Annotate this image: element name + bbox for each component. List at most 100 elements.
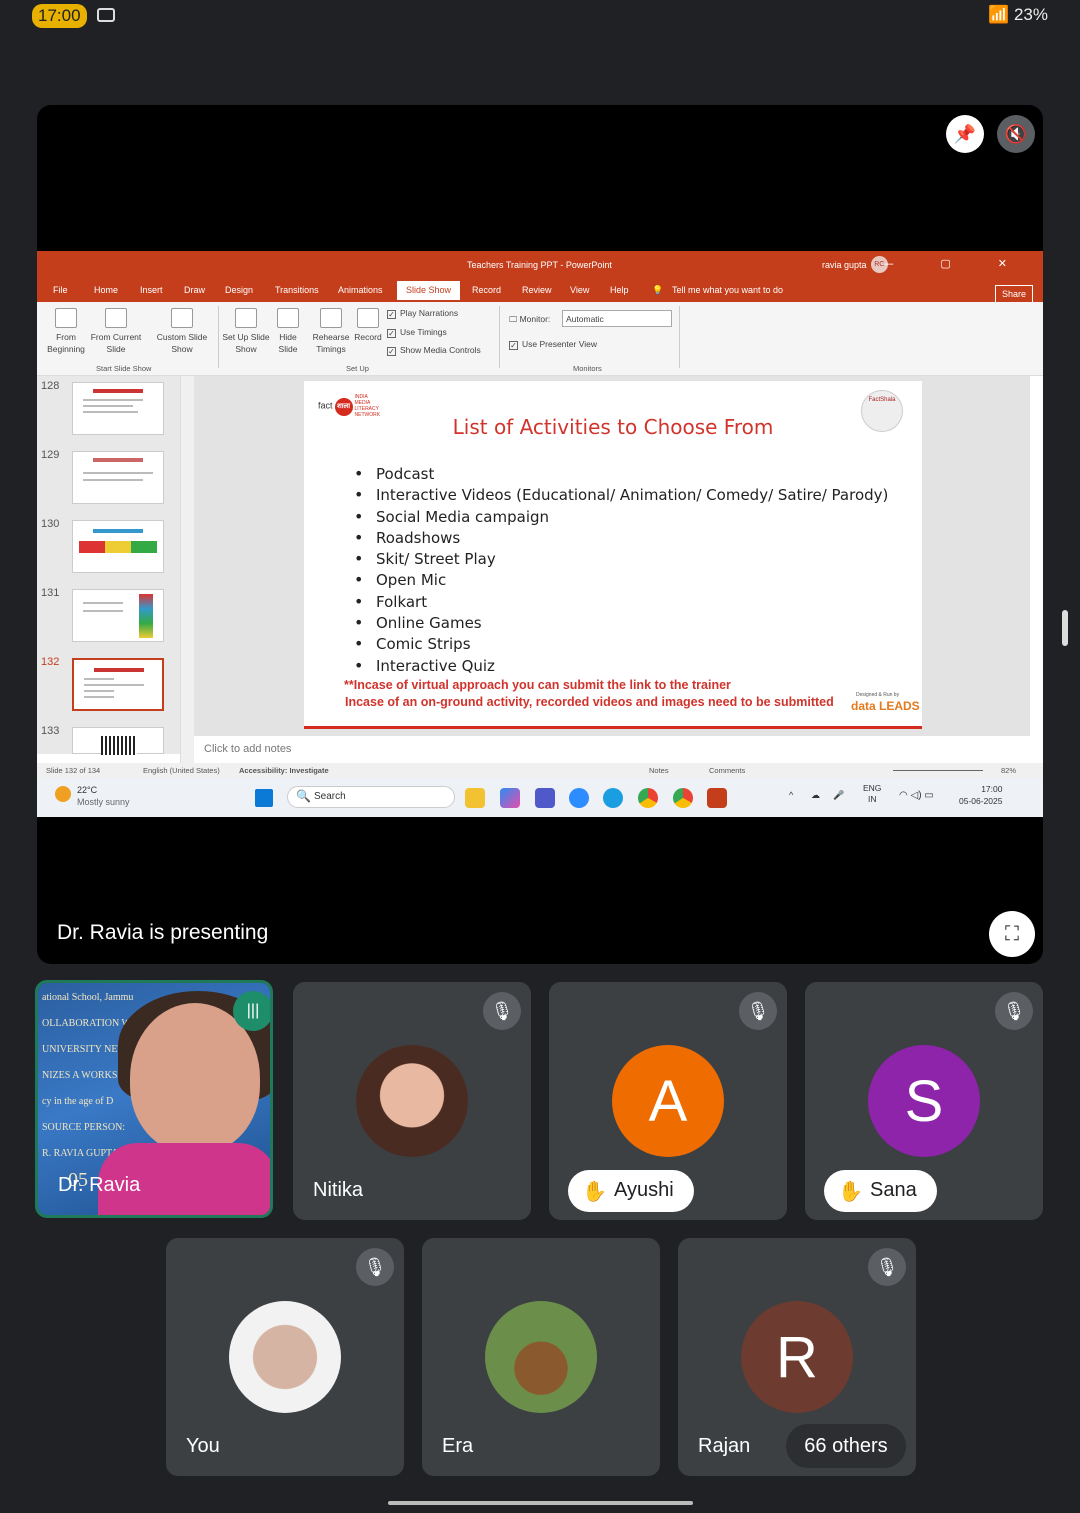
teams-icon[interactable] bbox=[535, 788, 555, 808]
others-button[interactable]: 66 others bbox=[786, 1424, 906, 1468]
taskbar-search[interactable]: 🔍 Search bbox=[287, 786, 455, 808]
search-icon: 🔍 bbox=[296, 789, 311, 803]
monitor-select[interactable]: Automatic bbox=[562, 310, 672, 327]
edge-icon[interactable] bbox=[603, 788, 623, 808]
taskbar-clock[interactable]: 17:00 05-06-2025 bbox=[959, 783, 1002, 807]
thumb-line bbox=[83, 479, 143, 481]
tab-review[interactable]: Review bbox=[522, 285, 552, 295]
participant-tile-dr-ravia[interactable]: ational School, Jammu OLLABORATION WITH … bbox=[35, 980, 273, 1218]
use-timings-checkbox[interactable]: ✓ Use Timings bbox=[387, 327, 447, 338]
thumb-line bbox=[83, 399, 143, 401]
current-slide: fact शालाINDIA MEDIA LITERACY NETWORK Fac… bbox=[304, 381, 922, 729]
tab-animations[interactable]: Animations bbox=[338, 285, 383, 295]
tab-insert[interactable]: Insert bbox=[140, 285, 163, 295]
hand-icon: ✋ bbox=[582, 1181, 607, 1203]
fullscreen-icon[interactable]: ⛶ bbox=[989, 911, 1035, 957]
rehearse-label: Rehearse Timings bbox=[312, 332, 350, 354]
participant-name: You bbox=[186, 1435, 220, 1457]
list-item: Interactive Quiz bbox=[354, 655, 888, 676]
side-scroll-indicator[interactable] bbox=[1062, 610, 1068, 646]
thumb-heading bbox=[94, 668, 144, 672]
microphone-icon: 🎤 bbox=[833, 790, 845, 800]
zoom-level[interactable]: 82% bbox=[1001, 766, 1016, 775]
tab-home[interactable]: Home bbox=[94, 285, 118, 295]
thumbnail-scrollbar[interactable] bbox=[180, 376, 194, 764]
weather-widget[interactable]: 22°C Mostly sunny bbox=[55, 784, 130, 808]
avatar bbox=[356, 1045, 468, 1157]
notes-input[interactable]: Click to add notes bbox=[194, 738, 1030, 760]
mic-off-icon[interactable]: 🔇 bbox=[997, 115, 1035, 153]
thumbnail-number: 133 bbox=[41, 725, 60, 737]
wifi-icon: 📶 bbox=[988, 5, 1010, 24]
home-indicator[interactable] bbox=[388, 1501, 693, 1505]
group-set-up: Set Up bbox=[346, 364, 369, 373]
tab-draw[interactable]: Draw bbox=[184, 285, 205, 295]
hide-slide-button[interactable]: Hide Slide bbox=[273, 308, 303, 355]
slide-note-virtual: **Incase of virtual approach you can sub… bbox=[344, 678, 731, 692]
chrome-profile-icon[interactable] bbox=[673, 788, 693, 808]
input-language[interactable]: ENG IN bbox=[863, 783, 881, 805]
tell-me-search[interactable]: Tell me what you want to do bbox=[672, 285, 783, 295]
participant-tile-you[interactable]: 🎙 You bbox=[166, 1238, 404, 1476]
tab-design[interactable]: Design bbox=[225, 285, 253, 295]
notes-toggle[interactable]: Notes bbox=[649, 766, 669, 775]
presentation-tile[interactable]: 📌 🔇 Teachers Training PPT - PowerPoint r… bbox=[37, 105, 1043, 964]
windows-start-icon[interactable] bbox=[255, 789, 273, 807]
slide-thumbnail-selected[interactable] bbox=[72, 658, 164, 711]
slide-thumbnail[interactable] bbox=[72, 382, 164, 435]
thumbnail-number: 132 bbox=[41, 656, 60, 668]
window-controls[interactable]: — ▢ ✕ bbox=[882, 257, 1029, 270]
record-button[interactable]: Record bbox=[353, 308, 383, 343]
language-status[interactable]: English (United States) bbox=[143, 766, 220, 775]
participant-tile-ayushi[interactable]: 🎙 A ✋ Ayushi bbox=[549, 982, 787, 1220]
chrome-icon[interactable] bbox=[638, 788, 658, 808]
slide-thumbnail[interactable] bbox=[72, 451, 164, 504]
comments-toggle[interactable]: Comments bbox=[709, 766, 745, 775]
tab-file[interactable]: File bbox=[53, 285, 68, 295]
thumb-block bbox=[79, 541, 105, 553]
zoom-slider[interactable] bbox=[893, 770, 983, 771]
set-up-show-label: Set Up Slide Show bbox=[222, 332, 270, 354]
custom-show-button[interactable]: Custom Slide Show bbox=[151, 308, 213, 355]
participant-tile-sana[interactable]: 🎙 S ✋ Sana bbox=[805, 982, 1043, 1220]
list-item: Podcast bbox=[354, 463, 888, 484]
show-media-controls-checkbox[interactable]: ✓ Show Media Controls bbox=[387, 345, 481, 356]
ppt-window-title: Teachers Training PPT - PowerPoint bbox=[467, 260, 612, 270]
set-up-show-button[interactable]: Set Up Slide Show bbox=[221, 308, 271, 355]
file-explorer-icon[interactable] bbox=[465, 788, 485, 808]
set-up-icon bbox=[235, 308, 257, 328]
tab-help[interactable]: Help bbox=[610, 285, 629, 295]
tab-transitions[interactable]: Transitions bbox=[275, 285, 319, 295]
share-button[interactable]: Share bbox=[994, 285, 1033, 303]
slide-thumbnail[interactable] bbox=[72, 727, 164, 755]
cloud-icon: ☁ bbox=[811, 790, 820, 800]
slide-thumbnail[interactable] bbox=[72, 520, 164, 573]
presenter-view-checkbox[interactable]: ✓ Use Presenter View bbox=[509, 339, 597, 350]
slide-thumbnail[interactable] bbox=[72, 589, 164, 642]
play-narrations-checkbox[interactable]: ✓ Play Narrations bbox=[387, 308, 458, 319]
thumb-line bbox=[83, 472, 153, 474]
from-current-button[interactable]: From Current Slide bbox=[89, 308, 143, 355]
hide-slide-label: Hide Slide bbox=[278, 332, 298, 354]
participant-tile-era[interactable]: Era bbox=[422, 1238, 660, 1476]
checkbox-checked-icon: ✓ bbox=[387, 310, 396, 319]
taskbar-date: 05-06-2025 bbox=[959, 796, 1003, 806]
pin-icon[interactable]: 📌 bbox=[946, 115, 984, 153]
from-beginning-button[interactable]: From Beginning bbox=[45, 308, 87, 355]
tab-view[interactable]: View bbox=[570, 285, 589, 295]
logo-left-text: fact bbox=[318, 400, 333, 411]
slide-thumbnail-pane: 128 129 130 131 132 133 bbox=[37, 376, 187, 755]
battery-level: 23% bbox=[1013, 5, 1048, 24]
wifi-volume-battery-icons[interactable]: ◠ ◁) ▭ bbox=[899, 790, 934, 801]
copilot-icon[interactable] bbox=[500, 788, 520, 808]
powerpoint-icon[interactable] bbox=[707, 788, 727, 808]
presenter-view-label: Use Presenter View bbox=[522, 339, 597, 349]
participant-tile-nitika[interactable]: 🎙 Nitika bbox=[293, 982, 531, 1220]
tab-slide-show[interactable]: Slide Show bbox=[397, 281, 461, 300]
participant-name: Rajan bbox=[698, 1435, 751, 1457]
bg-line: SOURCE PERSON: bbox=[42, 1122, 126, 1133]
zoom-icon[interactable] bbox=[569, 788, 589, 808]
accessibility-status[interactable]: Accessibility: Investigate bbox=[239, 766, 329, 775]
rehearse-timings-button[interactable]: Rehearse Timings bbox=[309, 308, 353, 355]
tab-record[interactable]: Record bbox=[472, 285, 501, 295]
